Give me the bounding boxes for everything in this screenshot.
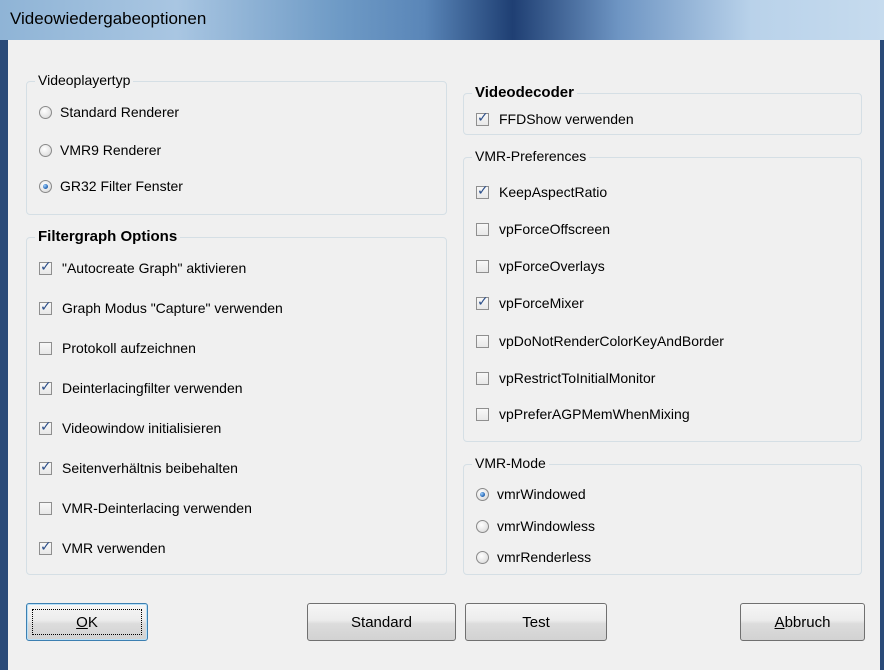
checkbox-icon [476,407,489,421]
checkbox-icon [39,539,52,555]
checkbox-label: Graph Modus "Capture" verwenden [62,300,283,316]
ok-button[interactable]: OK [26,603,148,641]
checkbox-label: Deinterlacingfilter verwenden [62,380,243,396]
checkbox-icon [39,379,52,395]
radio-vmrwindowless[interactable]: vmrWindowless [476,516,595,536]
checkbox-label: Protokoll aufzeichnen [62,340,196,356]
checkbox-icon [476,110,489,126]
checkbox-icon [39,501,52,515]
checkbox-vmr-verwenden[interactable]: VMR verwenden [39,538,166,558]
checkbox-vpforcemixer[interactable]: vpForceMixer [476,293,584,313]
radio-vmrwindowed[interactable]: vmrWindowed [476,484,586,504]
radio-label: GR32 Filter Fenster [60,178,183,194]
videodecoder-group: Videodecoder FFDShow verwenden [463,84,862,135]
vmr-mode-legend: VMR-Mode [472,455,549,471]
checkbox-seitenverhaeltnis[interactable]: Seitenverhältnis beibehalten [39,458,238,478]
checkbox-label: vpForceOffscreen [499,221,611,237]
radio-label: vmrWindowless [497,518,596,534]
checkbox-deinterlacingfilter[interactable]: Deinterlacingfilter verwenden [39,378,243,398]
radio-standard-renderer[interactable]: Standard Renderer [39,102,179,122]
checkbox-label: vpForceOverlays [499,258,605,274]
vmr-preferences-group: VMR-Preferences KeepAspectRatio vpForceO… [463,148,862,442]
videoplayertyp-group: Videoplayertyp Standard Renderer VMR9 Re… [26,72,447,215]
checkbox-label: vpPreferAGPMemWhenMixing [499,406,690,422]
checkbox-label: FFDShow verwenden [499,111,634,127]
checkbox-videowindow-initialisieren[interactable]: Videowindow initialisieren [39,418,221,438]
dialog-client-area: Videoplayertyp Standard Renderer VMR9 Re… [8,40,880,670]
window-title: Videowiedergabeoptionen [10,9,207,28]
checkbox-label: vpForceMixer [499,295,584,311]
radio-vmrrenderless[interactable]: vmrRenderless [476,547,591,567]
radio-label: VMR9 Renderer [60,142,162,158]
radio-label: Standard Renderer [60,104,180,120]
checkbox-icon [476,259,489,273]
videodecoder-legend: Videodecoder [472,84,577,101]
checkbox-ffdshow[interactable]: FFDShow verwenden [476,109,634,129]
test-button[interactable]: Test [465,603,607,641]
radio-label: vmrWindowed [497,486,586,502]
radio-icon [476,519,489,533]
checkbox-vmr-deinterlacing[interactable]: VMR-Deinterlacing verwenden [39,498,252,518]
checkbox-label: KeepAspectRatio [499,184,608,200]
checkbox-icon [476,183,489,199]
checkbox-graph-modus-capture[interactable]: Graph Modus "Capture" verwenden [39,298,283,318]
checkbox-icon [39,459,52,475]
checkbox-icon [476,371,489,385]
radio-icon [39,143,52,157]
checkbox-icon [39,341,52,355]
vmr-preferences-legend: VMR-Preferences [472,148,590,164]
radio-vmr9-renderer[interactable]: VMR9 Renderer [39,140,161,160]
radio-icon [476,487,489,501]
videoplayertyp-legend: Videoplayertyp [35,72,134,88]
checkbox-label: vpRestrictToInitialMonitor [499,370,656,386]
vmr-mode-group: VMR-Mode vmrWindowed vmrWindowless vmrRe… [463,455,862,575]
checkbox-icon [39,419,52,435]
filtergraph-legend: Filtergraph Options [35,228,181,245]
checkbox-vpdonotrendercolorkeyandborder[interactable]: vpDoNotRenderColorKeyAndBorder [476,331,724,351]
checkbox-protokoll-aufzeichnen[interactable]: Protokoll aufzeichnen [39,338,196,358]
abbruch-button-label: Abbruch [774,613,831,631]
checkbox-label: vpDoNotRenderColorKeyAndBorder [499,333,724,349]
title-bar: Videowiedergabeoptionen [0,0,884,40]
filtergraph-options-group: Filtergraph Options "Autocreate Graph" a… [26,228,447,575]
checkbox-icon [39,299,52,315]
checkbox-icon [476,294,489,310]
checkbox-label: Videowindow initialisieren [62,420,222,436]
abbruch-button[interactable]: Abbruch [740,603,865,641]
checkbox-vprestricttoinitialmonitor[interactable]: vpRestrictToInitialMonitor [476,368,655,388]
checkbox-vppreferagpmemwhenmixing[interactable]: vpPreferAGPMemWhenMixing [476,404,690,424]
checkbox-label: "Autocreate Graph" aktivieren [62,260,247,276]
checkbox-vpforceoverlays[interactable]: vpForceOverlays [476,256,605,276]
checkbox-icon [476,334,489,348]
radio-icon [39,179,52,193]
standard-button[interactable]: Standard [307,603,456,641]
radio-gr32-filter-fenster[interactable]: GR32 Filter Fenster [39,176,183,196]
checkbox-icon [476,222,489,236]
radio-label: vmrRenderless [497,549,592,565]
checkbox-autocreate-graph[interactable]: "Autocreate Graph" aktivieren [39,258,246,278]
radio-icon [39,105,52,119]
radio-icon [476,550,489,564]
checkbox-label: VMR-Deinterlacing verwenden [62,500,252,516]
checkbox-label: Seitenverhältnis beibehalten [62,460,238,476]
checkbox-vpforceoffscreen[interactable]: vpForceOffscreen [476,219,610,239]
checkbox-keepaspectratio[interactable]: KeepAspectRatio [476,182,607,202]
checkbox-icon [39,259,52,275]
focus-rectangle [32,609,142,635]
checkbox-label: VMR verwenden [62,540,166,556]
